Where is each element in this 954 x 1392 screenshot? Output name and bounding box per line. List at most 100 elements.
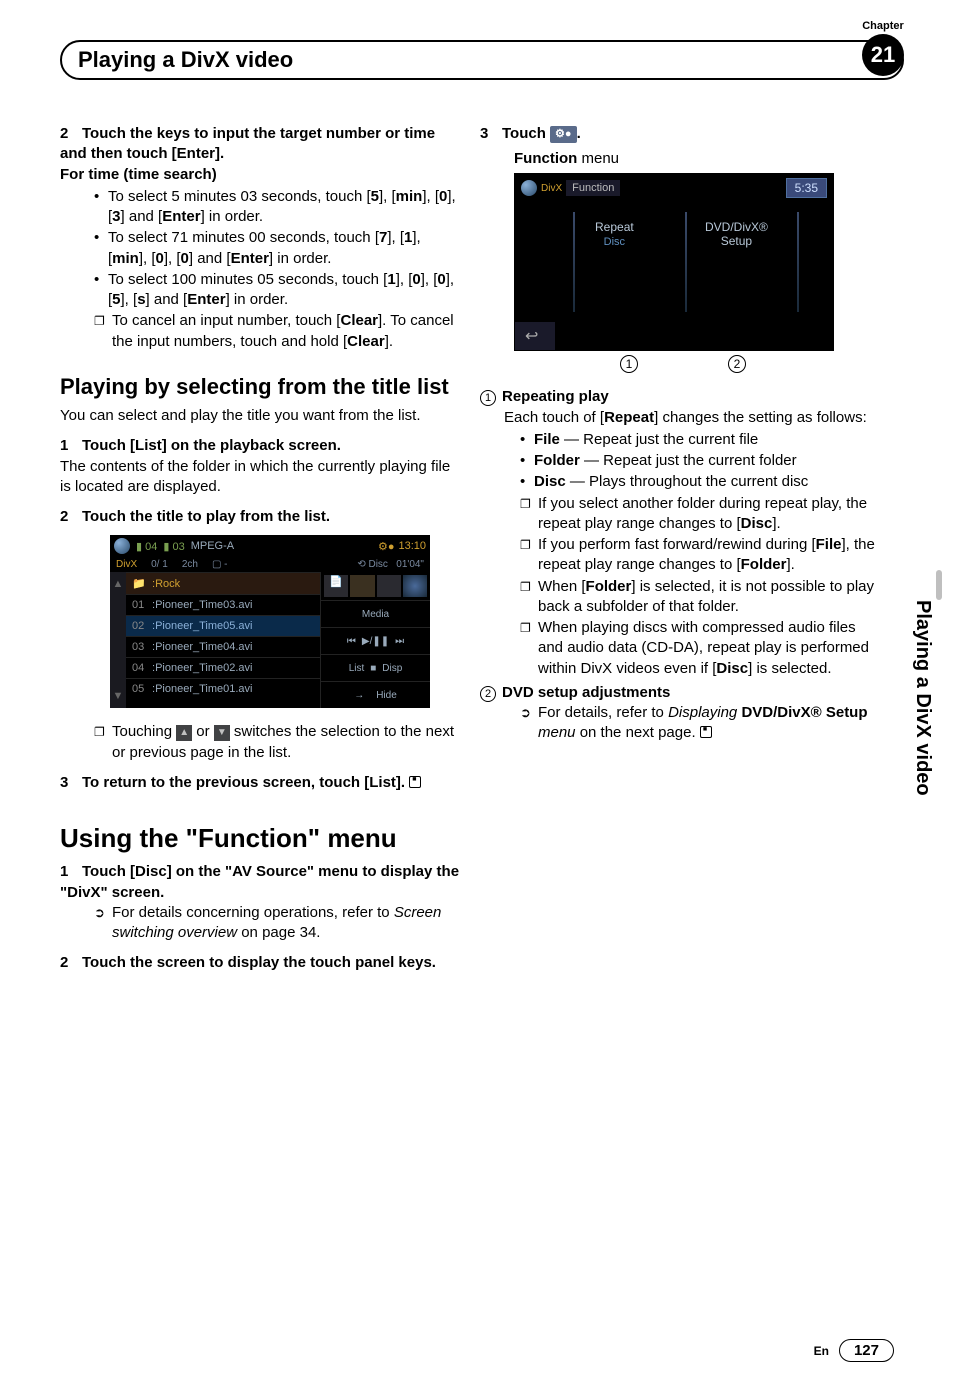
func-step-1-ref: For details concerning operations, refer…	[60, 903, 460, 944]
time-search-bullets: To select 5 minutes 03 seconds, touch [5…	[60, 187, 460, 311]
list-step-1-body: The contents of the folder in which the …	[60, 457, 460, 498]
side-tab-label: Playing a DivX video	[911, 600, 934, 796]
chapter-number: 21	[862, 34, 904, 76]
item-2-ref: For details, refer to Displaying DVD/Div…	[480, 703, 880, 744]
ls-media-btn: Media	[321, 600, 430, 627]
step-2-number: 2	[60, 124, 82, 144]
func-step-2: 2Touch the screen to display the touch p…	[60, 953, 460, 973]
fs-label: Function	[566, 180, 620, 196]
circled-1: 1	[480, 390, 496, 406]
repeat-options: File — Repeat just the current file Fold…	[480, 430, 880, 493]
step-2-sub: For time (time search)	[60, 165, 460, 185]
function-menu-icon: ⚙●	[550, 126, 577, 143]
repeat-note-1: If you select another folder during repe…	[520, 494, 880, 535]
bullet-2: To select 71 minutes 00 seconds, touch […	[94, 228, 460, 269]
thumb-3	[403, 575, 427, 597]
up-page-icon: ▲	[176, 725, 192, 741]
ls-seg03: ▮ 03	[163, 540, 184, 553]
fs-time: 5:35	[786, 178, 827, 198]
fs-back-icon: ↩	[515, 322, 555, 350]
end-mark-icon	[700, 726, 712, 738]
item-2-heading: 2DVD setup adjustments	[480, 683, 880, 703]
page-header: Playing a DivX video Chapter 21	[60, 40, 904, 88]
function-menu-screenshot: DivX Function 5:35 Repeat Disc DVD/DivX®…	[514, 173, 834, 351]
down-chevron-icon: ▼	[113, 690, 124, 702]
thumb-icon: 📄	[324, 575, 348, 597]
fs-div-3	[797, 212, 799, 312]
ls-row-3: 03: Pioneer_Time04.avi	[126, 636, 320, 657]
side-accent-bar	[936, 570, 942, 600]
list-intro: You can select and play the title you wa…	[60, 406, 460, 426]
func-step-1-ref-item: For details concerning operations, refer…	[94, 903, 460, 944]
stop-icon: ■	[370, 663, 376, 674]
ls-scroll: ▲▼	[110, 572, 126, 708]
circled-2: 2	[480, 686, 496, 702]
gear-icon: ⚙●	[378, 540, 395, 553]
header-pill: Playing a DivX video Chapter 21	[60, 40, 904, 80]
header-title: Playing a DivX video	[78, 47, 293, 73]
arrow-icon: →	[354, 690, 364, 701]
footer-lang: En	[814, 1344, 829, 1358]
footer-page: 127	[839, 1339, 894, 1362]
list-step-1: 1Touch [List] on the playback screen.	[60, 436, 460, 456]
clear-note: To cancel an input number, touch [Clear]…	[60, 311, 460, 352]
clear-note-item: To cancel an input number, touch [Clear]…	[94, 311, 460, 352]
fs-setup: DVD/DivX® Setup	[705, 220, 768, 248]
thumb-1	[350, 575, 374, 597]
fs-top: DivX Function 5:35	[515, 174, 833, 202]
repeat-notes: If you select another folder during repe…	[480, 494, 880, 679]
repeat-folder: Folder — Repeat just the current folder	[520, 451, 880, 471]
ls-row-2: 02: Pioneer_Time05.avi	[126, 615, 320, 636]
repeat-file: File — Repeat just the current file	[520, 430, 880, 450]
bullet-3: To select 100 minutes 05 seconds, touch …	[94, 270, 460, 311]
repeat-disc: Disc — Plays throughout the current disc	[520, 472, 880, 492]
fs-body: Repeat Disc DVD/DivX® Setup	[515, 202, 833, 322]
item-1-intro: Each touch of [Repeat] changes the setti…	[504, 408, 880, 428]
ls-sub-bar: DivX 0/ 1 2ch ▢ - ⟲ Disc 01'04"	[110, 557, 430, 572]
func-step-1: 1Touch [Disc] on the "AV Source" menu to…	[60, 862, 460, 903]
ls-row-4: 04: Pioneer_Time02.avi	[126, 657, 320, 678]
chapter-badge: Chapter 21	[862, 20, 904, 76]
func-step-3: 3Touch ⚙●.	[480, 124, 880, 144]
end-mark-icon	[409, 776, 421, 788]
list-step-3: 3To return to the previous screen, touch…	[60, 773, 460, 793]
prev-icon: ⏮	[347, 636, 356, 647]
ls-codec: MPEG-A	[191, 540, 234, 552]
fs-div-2	[685, 212, 687, 312]
ls-right-panel: 📄 Media ⏮▶/❚❚⏭ List■Disp →Hide	[320, 572, 430, 708]
repeat-note-2: If you perform fast forward/rewind durin…	[520, 535, 880, 576]
left-column: 2Touch the keys to input the target numb…	[60, 118, 460, 974]
bullet-1: To select 5 minutes 03 seconds, touch [5…	[94, 187, 460, 228]
ls-seg04: ▮ 04	[136, 540, 157, 553]
fs-repeat: Repeat Disc	[595, 220, 634, 248]
marker-2: 2	[728, 355, 746, 373]
item-2-ref-item: For details, refer to Displaying DVD/Div…	[520, 703, 880, 744]
step-2-text: Touch the keys to input the target numbe…	[60, 125, 435, 162]
fs-div-1	[573, 212, 575, 312]
up-chevron-icon: ▲	[113, 578, 124, 590]
step-2-header: 2Touch the keys to input the target numb…	[60, 124, 460, 165]
fs-markers: 1 2	[620, 355, 880, 373]
right-column: 3Touch ⚙●. Function menu DivX Function 5…	[480, 118, 880, 974]
chapter-label: Chapter	[862, 20, 904, 32]
list-paging-note-item: Touching ▲ or ▼ switches the selection t…	[94, 722, 460, 763]
ls-clock: ⚙●13:10	[378, 540, 426, 553]
repeat-note-3: When [Folder] is selected, it is not pos…	[520, 577, 880, 618]
ls-row-5: 05: Pioneer_Time01.avi	[126, 678, 320, 699]
disc-icon	[114, 538, 130, 554]
item-1-heading: 1Repeating play	[480, 387, 880, 407]
marker-1: 1	[620, 355, 638, 373]
list-paging-note: Touching ▲ or ▼ switches the selection t…	[60, 722, 460, 763]
page-footer: En 127	[814, 1339, 894, 1362]
playlist-screenshot: ▮ 04 ▮ 03 MPEG-A ⚙●13:10 DivX 0/ 1 2ch ▢…	[110, 535, 430, 708]
repeat-note-4: When playing discs with compressed audio…	[520, 618, 880, 679]
ls-list-row: List■Disp	[321, 654, 430, 681]
ls-folder-row: 📁: Rock	[126, 572, 320, 594]
section-function-menu: Using the "Function" menu	[60, 823, 460, 854]
ls-rows: 📁: Rock 01: Pioneer_Time03.avi 02: Pione…	[126, 572, 320, 708]
ls-row-1: 01: Pioneer_Time03.avi	[126, 594, 320, 615]
section-title-list: Playing by selecting from the title list	[60, 374, 460, 400]
disc-icon	[521, 180, 537, 196]
ls-hide-row: →Hide	[321, 681, 430, 708]
next-icon: ⏭	[395, 636, 404, 647]
